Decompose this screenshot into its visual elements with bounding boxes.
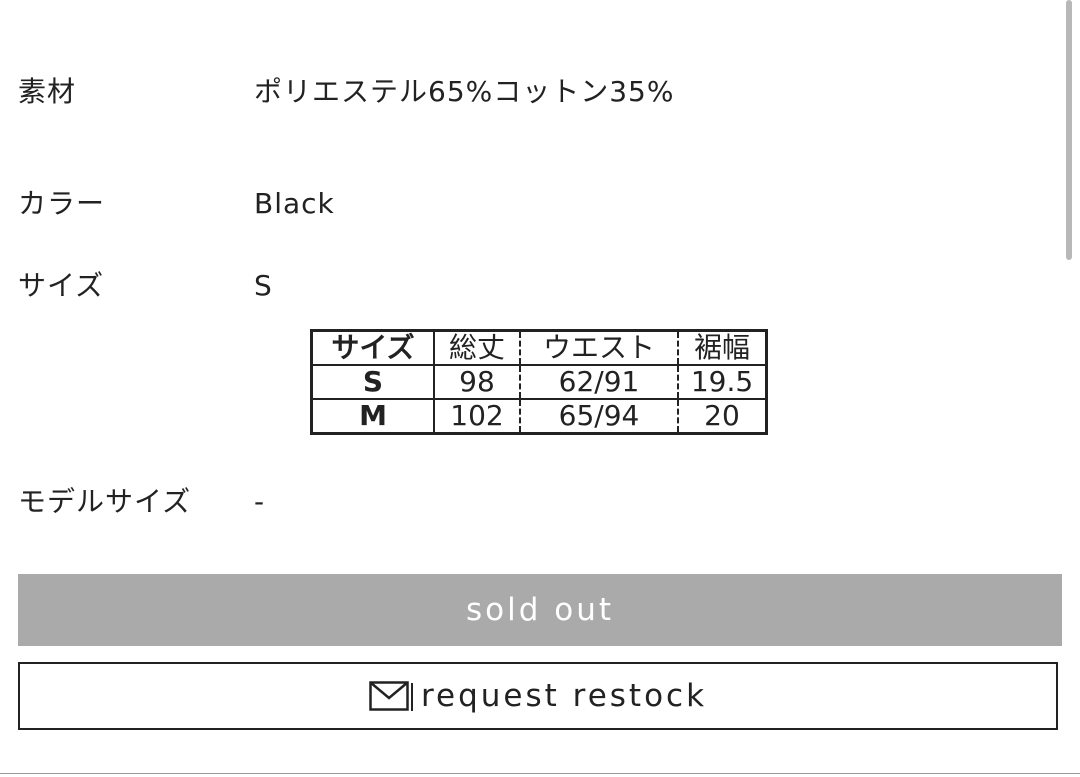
size-chart-table: サイズ 総丈 ウエスト 裾幅 S 98 62/91 19.5 M 102 65/… — [310, 329, 768, 435]
sold-out-button[interactable]: sold out — [18, 574, 1062, 646]
size-chart-header-waist: ウエスト — [519, 330, 678, 365]
size-chart-row: M 102 65/94 20 — [311, 398, 767, 434]
spec-row-color: カラー Black — [18, 184, 1020, 224]
size-chart-header-size: サイズ — [331, 331, 415, 364]
material-value: ポリエステル65%コットン35% — [254, 75, 675, 108]
spec-row-size: サイズ S — [18, 266, 1020, 306]
request-restock-button[interactable]: request restock — [18, 662, 1058, 730]
size-chart-cell: 102 — [433, 398, 520, 434]
spec-row-model-size: モデルサイズ - — [18, 482, 1020, 522]
divider — [0, 773, 1080, 774]
size-value: S — [254, 269, 273, 302]
size-chart-header-row: サイズ 総丈 ウエスト 裾幅 — [312, 330, 767, 365]
size-chart-cell: 98 — [433, 364, 520, 399]
size-chart-cell: 62/91 — [519, 364, 678, 399]
model-size-label: モデルサイズ — [18, 485, 192, 518]
color-value: Black — [254, 187, 335, 220]
spec-row-material: 素材 ポリエステル65%コットン35% — [18, 72, 1020, 112]
color-label: カラー — [18, 187, 106, 220]
size-label: サイズ — [18, 269, 105, 302]
size-chart-row: S 98 62/91 19.5 — [311, 364, 767, 399]
size-chart-cell: M — [311, 398, 434, 434]
size-chart-cell: 20 — [677, 398, 767, 434]
size-chart-header-length: 総丈 — [433, 330, 520, 365]
size-chart-cell: S — [311, 364, 434, 399]
scrollbar[interactable] — [1066, 0, 1072, 260]
size-chart-cell: 65/94 — [519, 398, 678, 434]
request-restock-label: request restock — [420, 678, 708, 714]
model-size-value: - — [254, 485, 266, 518]
mail-icon — [369, 681, 415, 711]
size-chart-header-hem: 裾幅 — [677, 330, 767, 365]
size-chart-cell: 19.5 — [677, 364, 767, 399]
material-label: 素材 — [18, 75, 77, 108]
